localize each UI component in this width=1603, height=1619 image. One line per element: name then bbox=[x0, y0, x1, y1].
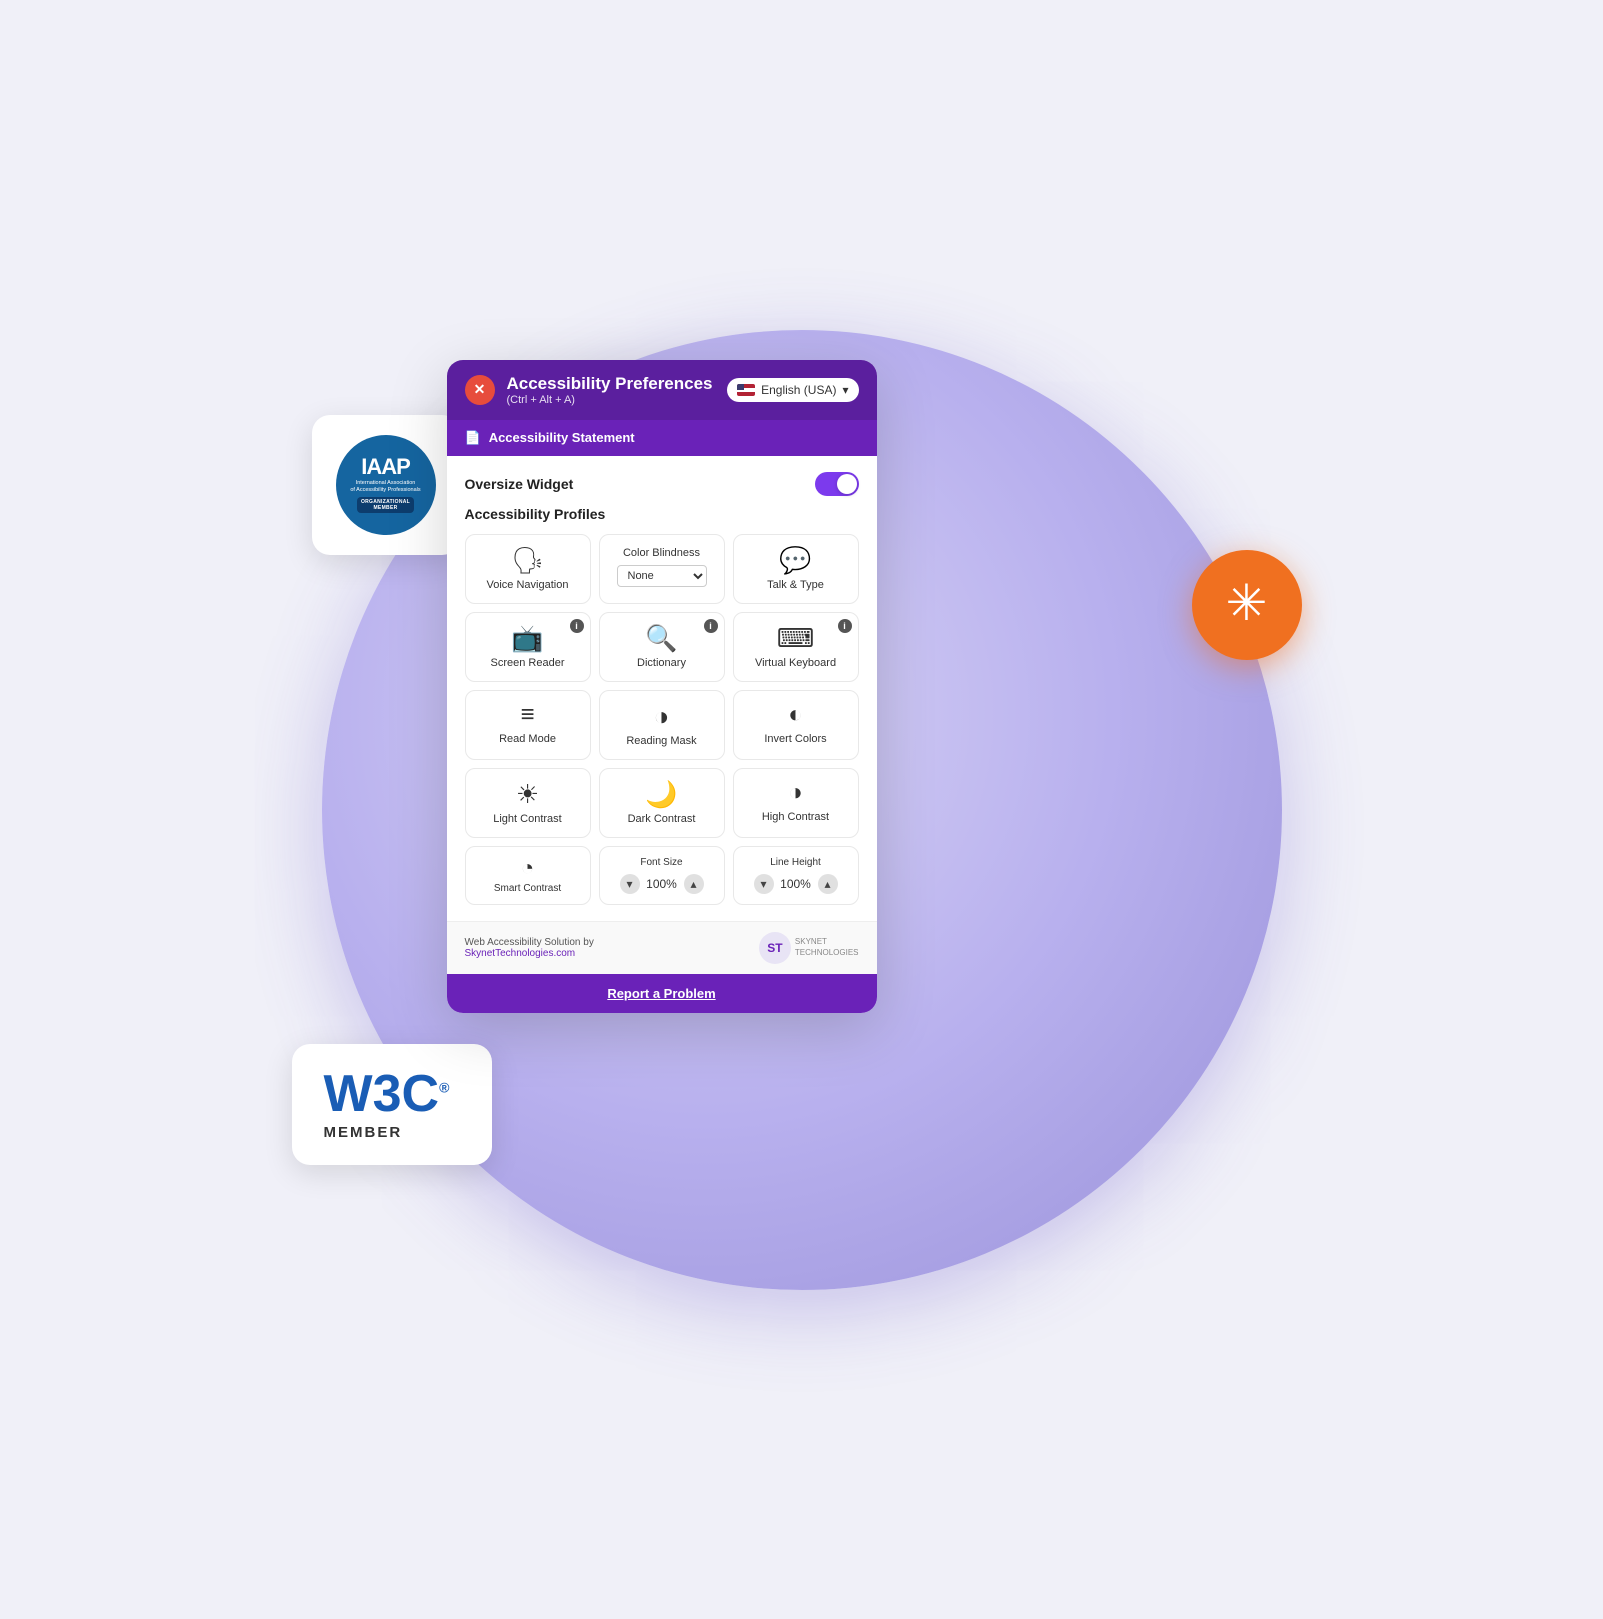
virtual-keyboard-icon: ⌨ bbox=[777, 625, 815, 651]
dark-contrast-label: Dark Contrast bbox=[628, 813, 696, 825]
features-row-4: ☀ Light Contrast 🌙 Dark Contrast ◑ High … bbox=[465, 768, 859, 838]
panel-footer: Web Accessibility Solution by SkynetTech… bbox=[447, 921, 877, 974]
accessibility-statement-bar[interactable]: 📄 Accessibility Statement bbox=[447, 420, 877, 456]
line-height-stepper: ▾ 100% ▴ bbox=[754, 874, 838, 894]
panel-shortcut: (Ctrl + Alt + A) bbox=[507, 394, 713, 406]
virtual-keyboard-label: Virtual Keyboard bbox=[755, 657, 836, 669]
oversize-label: Oversize Widget bbox=[465, 476, 574, 492]
high-contrast-icon: ◑ bbox=[788, 781, 803, 805]
reading-mask-icon: ◑ bbox=[654, 703, 670, 729]
talk-type-icon: 💬 bbox=[779, 547, 811, 573]
line-height-label: Line Height bbox=[770, 857, 821, 868]
font-size-stepper: ▾ 100% ▴ bbox=[620, 874, 704, 894]
talk-type-item[interactable]: 💬 Talk & Type bbox=[733, 534, 859, 604]
features-row-3: ≡ Read Mode ◑ Reading Mask ◐ Invert Colo… bbox=[465, 690, 859, 760]
color-blindness-label: Color Blindness bbox=[623, 547, 700, 559]
dark-contrast-item[interactable]: 🌙 Dark Contrast bbox=[599, 768, 725, 838]
smart-contrast-icon: ◔ bbox=[521, 857, 534, 879]
features-row-5: ◔ Smart Contrast Font Size ▾ 100% ▴ Line… bbox=[465, 846, 859, 905]
statement-label: Accessibility Statement bbox=[489, 430, 635, 445]
report-problem-button[interactable]: Report a Problem bbox=[447, 974, 877, 1013]
font-size-value: 100% bbox=[644, 877, 680, 891]
accessibility-panel: ✕ Accessibility Preferences (Ctrl + Alt … bbox=[447, 360, 877, 1013]
scene: IAAP International Associationof Accessi… bbox=[252, 260, 1352, 1360]
dictionary-item[interactable]: i 🔍 Dictionary bbox=[599, 612, 725, 682]
virtual-keyboard-info-icon[interactable]: i bbox=[838, 619, 852, 633]
high-contrast-item[interactable]: ◑ High Contrast bbox=[733, 768, 859, 838]
iaap-member-badge: ORGANIZATIONALMEMBER bbox=[357, 497, 414, 513]
font-size-decrease-button[interactable]: ▾ bbox=[620, 874, 640, 894]
panel-title: Accessibility Preferences (Ctrl + Alt + … bbox=[507, 374, 713, 406]
footer-link[interactable]: SkynetTechnologies.com bbox=[465, 948, 576, 959]
light-contrast-label: Light Contrast bbox=[493, 813, 561, 825]
color-blindness-select[interactable]: None Protanopia Deuteranopia Tritanopia bbox=[617, 565, 707, 587]
line-height-item: Line Height ▾ 100% ▴ bbox=[733, 846, 859, 905]
oversize-toggle[interactable] bbox=[815, 472, 859, 496]
w3c-member-label: MEMBER bbox=[324, 1124, 460, 1141]
dictionary-icon: 🔍 bbox=[645, 625, 677, 651]
panel-header: ✕ Accessibility Preferences (Ctrl + Alt … bbox=[447, 360, 877, 420]
voice-navigation-icon: 🗣 bbox=[511, 547, 544, 573]
reading-mask-item[interactable]: ◑ Reading Mask bbox=[599, 690, 725, 760]
screen-reader-icon: 📺 bbox=[511, 625, 543, 651]
footer-line1: Web Accessibility Solution by bbox=[465, 937, 594, 948]
profiles-label: Accessibility Profiles bbox=[465, 506, 859, 522]
flag-icon bbox=[737, 384, 755, 396]
dictionary-info-icon[interactable]: i bbox=[704, 619, 718, 633]
line-height-decrease-button[interactable]: ▾ bbox=[754, 874, 774, 894]
smart-contrast-label: Smart Contrast bbox=[494, 883, 561, 894]
font-size-increase-button[interactable]: ▴ bbox=[684, 874, 704, 894]
invert-colors-icon: ◐ bbox=[788, 703, 803, 727]
read-mode-item[interactable]: ≡ Read Mode bbox=[465, 690, 591, 760]
font-size-item: Font Size ▾ 100% ▴ bbox=[599, 846, 725, 905]
reading-mask-label: Reading Mask bbox=[626, 735, 696, 747]
oversize-widget-row: Oversize Widget bbox=[465, 472, 859, 496]
panel-body: Oversize Widget Accessibility Profiles 🗣… bbox=[447, 456, 877, 921]
iaap-badge: IAAP International Associationof Accessi… bbox=[336, 435, 436, 535]
iaap-card: IAAP International Associationof Accessi… bbox=[312, 415, 460, 555]
language-label: English (USA) bbox=[761, 383, 836, 397]
virtual-keyboard-item[interactable]: i ⌨ Virtual Keyboard bbox=[733, 612, 859, 682]
iaap-title: IAAP bbox=[361, 456, 410, 478]
light-contrast-icon: ☀ bbox=[516, 781, 539, 807]
statement-icon: 📄 bbox=[465, 430, 481, 446]
screen-reader-info-icon[interactable]: i bbox=[570, 619, 584, 633]
read-mode-icon: ≡ bbox=[520, 703, 534, 727]
footer-text: Web Accessibility Solution by SkynetTech… bbox=[465, 937, 594, 959]
w3c-logo: W3C® bbox=[324, 1068, 460, 1120]
skynet-text: SKYNETTECHNOLOGIES bbox=[795, 937, 859, 958]
voice-navigation-label: Voice Navigation bbox=[487, 579, 569, 591]
voice-navigation-item[interactable]: 🗣 Voice Navigation bbox=[465, 534, 591, 604]
font-size-label: Font Size bbox=[640, 857, 682, 868]
high-contrast-label: High Contrast bbox=[762, 811, 829, 823]
header-left: ✕ Accessibility Preferences (Ctrl + Alt … bbox=[465, 374, 713, 406]
line-height-increase-button[interactable]: ▴ bbox=[818, 874, 838, 894]
widget-icon: ✳ bbox=[1226, 578, 1268, 628]
skynet-icon: ST bbox=[759, 932, 791, 964]
color-blindness-item[interactable]: Color Blindness None Protanopia Deuteran… bbox=[599, 534, 725, 604]
iaap-subtitle: International Associationof Accessibilit… bbox=[350, 480, 420, 493]
invert-colors-item[interactable]: ◐ Invert Colors bbox=[733, 690, 859, 760]
panel-title-main: Accessibility Preferences bbox=[507, 374, 713, 394]
orange-widget-button[interactable]: ✳ bbox=[1192, 550, 1302, 660]
read-mode-label: Read Mode bbox=[499, 733, 556, 745]
light-contrast-item[interactable]: ☀ Light Contrast bbox=[465, 768, 591, 838]
line-height-value: 100% bbox=[778, 877, 814, 891]
talk-type-label: Talk & Type bbox=[767, 579, 824, 591]
screen-reader-item[interactable]: i 📺 Screen Reader bbox=[465, 612, 591, 682]
chevron-down-icon: ▾ bbox=[842, 383, 848, 397]
smart-contrast-item[interactable]: ◔ Smart Contrast bbox=[465, 846, 591, 905]
skynet-logo: ST SKYNETTECHNOLOGIES bbox=[759, 932, 859, 964]
features-row-2: i 📺 Screen Reader i 🔍 Dictionary i ⌨ Vir… bbox=[465, 612, 859, 682]
close-button[interactable]: ✕ bbox=[465, 375, 495, 405]
w3c-card: W3C® MEMBER bbox=[292, 1044, 492, 1165]
features-row-1: 🗣 Voice Navigation Color Blindness None … bbox=[465, 534, 859, 604]
dark-contrast-icon: 🌙 bbox=[645, 781, 677, 807]
invert-colors-label: Invert Colors bbox=[764, 733, 826, 745]
screen-reader-label: Screen Reader bbox=[491, 657, 565, 669]
language-selector[interactable]: English (USA) ▾ bbox=[727, 378, 858, 402]
dictionary-label: Dictionary bbox=[637, 657, 686, 669]
